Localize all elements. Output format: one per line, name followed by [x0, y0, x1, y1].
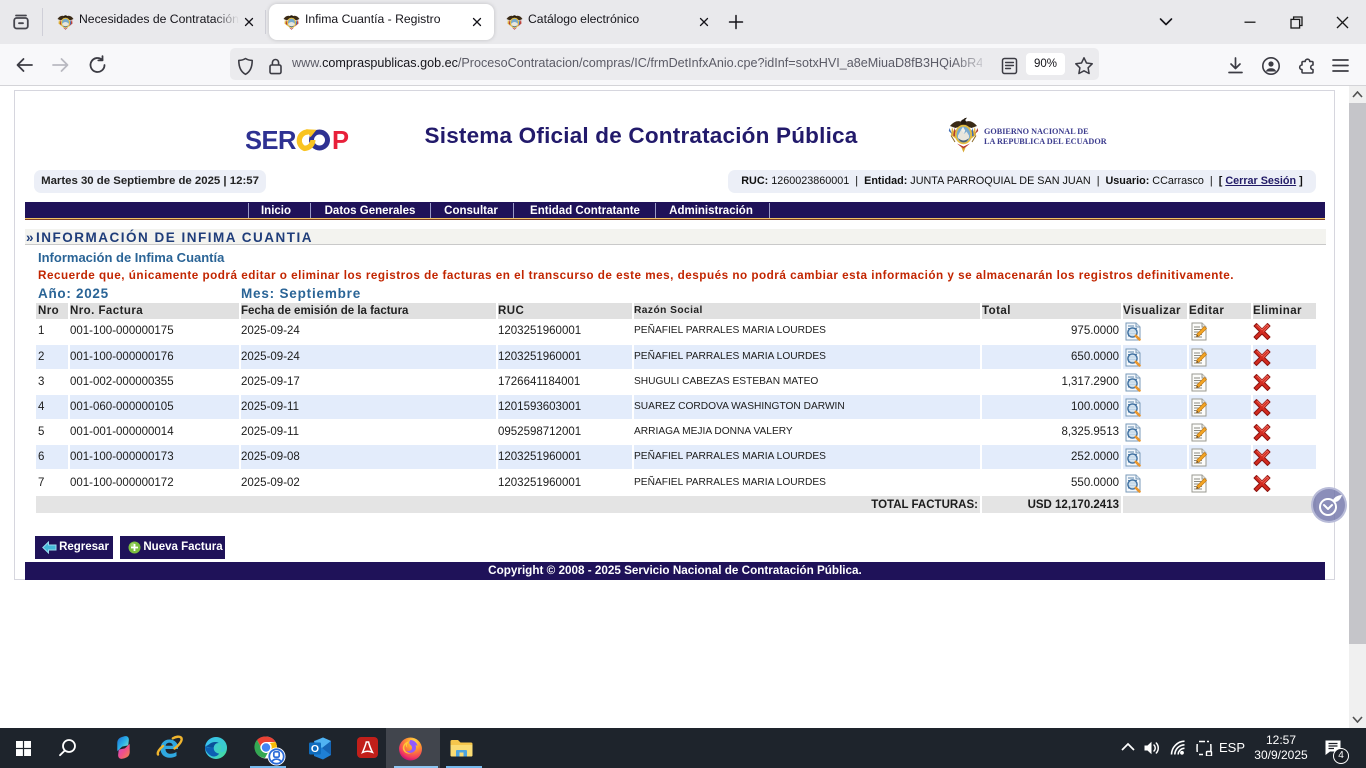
svg-text:P: P: [332, 127, 349, 153]
svg-text:O: O: [311, 743, 319, 755]
svg-text:SER: SER: [246, 127, 296, 153]
